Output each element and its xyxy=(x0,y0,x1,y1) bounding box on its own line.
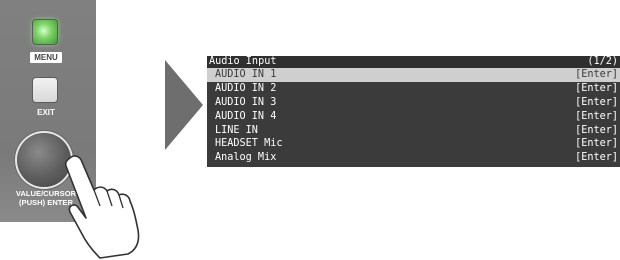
menu-item-action: [Enter] xyxy=(575,69,618,80)
menu-item-label: HEADSET Mic xyxy=(215,138,283,150)
menu-item-action: [Enter] xyxy=(575,152,618,164)
exit-label: EXIT xyxy=(37,108,55,117)
menu-item-action: [Enter] xyxy=(575,82,618,94)
menu-item-label: AUDIO IN 1 xyxy=(215,69,277,80)
menu-item-action: [Enter] xyxy=(575,124,618,136)
menu-item-label: Analog Mix xyxy=(215,152,277,164)
menu-item-analog-mix[interactable]: Analog Mix [Enter] xyxy=(207,151,620,165)
menu-item-label: LINE IN xyxy=(215,124,258,136)
menu-item-headset-mic[interactable]: HEADSET Mic [Enter] xyxy=(207,137,620,151)
page-indicator: (1/2) xyxy=(587,56,618,67)
menu-item-label: AUDIO IN 2 xyxy=(215,82,277,94)
chevron-right-icon xyxy=(165,60,203,150)
lcd-screen: Audio Input (1/2) AUDIO IN 1 [Enter] AUD… xyxy=(207,56,620,167)
pointing-hand-icon xyxy=(64,155,140,259)
menu-item-action: [Enter] xyxy=(575,110,618,122)
menu-item-label: AUDIO IN 3 xyxy=(215,96,277,108)
menu-item-audio-in-3[interactable]: AUDIO IN 3 [Enter] xyxy=(207,96,620,110)
screen-title-bar: Audio Input (1/2) xyxy=(207,56,620,68)
menu-item-audio-in-4[interactable]: AUDIO IN 4 [Enter] xyxy=(207,110,620,124)
menu-item-line-in[interactable]: LINE IN [Enter] xyxy=(207,124,620,138)
menu-button[interactable] xyxy=(33,20,57,44)
menu-item-action: [Enter] xyxy=(575,138,618,150)
screen-title: Audio Input xyxy=(209,56,277,67)
menu-item-audio-in-2[interactable]: AUDIO IN 2 [Enter] xyxy=(207,82,620,96)
menu-item-action: [Enter] xyxy=(575,96,618,108)
menu-item-audio-in-1[interactable]: AUDIO IN 1 [Enter] xyxy=(207,68,620,82)
menu-label: MENU xyxy=(30,52,62,63)
menu-item-label: AUDIO IN 4 xyxy=(215,110,277,122)
exit-button[interactable] xyxy=(33,78,57,102)
